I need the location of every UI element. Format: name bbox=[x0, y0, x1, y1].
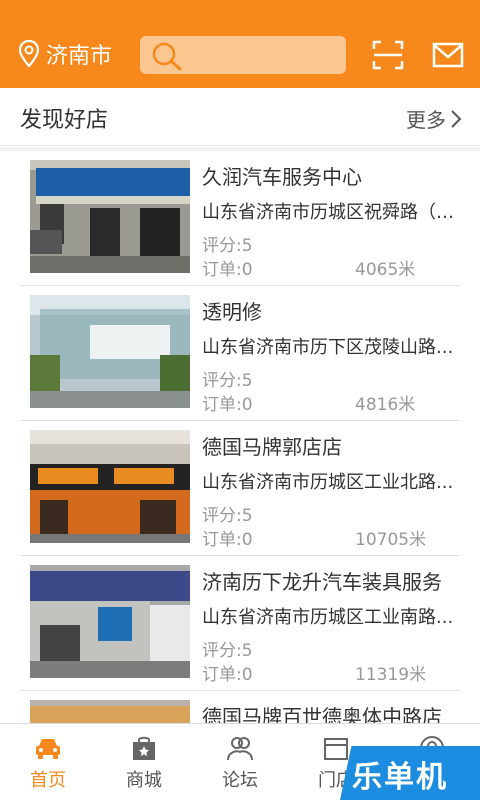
tab-mall[interactable]: 商城 bbox=[96, 724, 192, 800]
store-address: 山东省济南市历城区祝舜路（祝舜路与... bbox=[202, 202, 460, 223]
store-distance: 11319米 bbox=[355, 665, 427, 685]
store-orders: 订单:0 bbox=[202, 530, 253, 550]
store-distance: 10705米 bbox=[355, 530, 427, 550]
city-name: 济南市 bbox=[46, 44, 113, 69]
store-name: 德国马牌百世德奥体中路店 bbox=[202, 705, 442, 723]
store-name: 久润汽车服务中心 bbox=[202, 165, 362, 189]
store-item[interactable]: 透明修 山东省济南市历下区茂陵山路... 评分:5 订单:0 4816米 bbox=[20, 286, 460, 421]
search-input[interactable] bbox=[140, 36, 346, 74]
store-name: 济南历下龙升汽车装具服务 bbox=[202, 570, 442, 594]
tab-label: 论坛 bbox=[222, 770, 258, 791]
car-icon bbox=[36, 739, 60, 759]
section-header: 发现好店 更多 bbox=[0, 88, 480, 146]
more-link[interactable]: 更多 bbox=[406, 104, 462, 133]
section-title: 发现好店 bbox=[20, 108, 109, 133]
store-photo bbox=[30, 565, 190, 678]
store-orders: 订单:0 bbox=[202, 665, 253, 685]
store-item[interactable]: 德国马牌郭店店 山东省济南市历城区工业北路... 评分:5 订单:0 10705… bbox=[20, 421, 460, 556]
store-item[interactable]: 济南历下龙升汽车装具服务 山东省济南市历城区工业南路... 评分:5 订单:0 … bbox=[20, 556, 460, 691]
store-address: 山东省济南市历城区工业南路... bbox=[202, 607, 454, 628]
store-rating: 评分:5 bbox=[202, 371, 253, 391]
search-icon bbox=[152, 42, 182, 71]
store-distance: 4065米 bbox=[355, 260, 416, 280]
top-bar: 济南市 bbox=[0, 0, 480, 88]
store-orders: 订单:0 bbox=[202, 395, 253, 415]
store-rating: 评分:5 bbox=[202, 506, 253, 526]
shopping-bag-icon bbox=[133, 736, 155, 760]
store-list[interactable]: 久润汽车服务中心 山东省济南市历城区祝舜路（祝舜路与... 评分:5 订单:0 … bbox=[0, 151, 480, 723]
tab-forum[interactable]: 论坛 bbox=[192, 724, 288, 800]
store-icon bbox=[324, 738, 348, 760]
more-label: 更多 bbox=[406, 108, 446, 132]
tab-home[interactable]: 首页 bbox=[0, 724, 96, 800]
store-photo bbox=[30, 295, 190, 408]
store-orders: 订单:0 bbox=[202, 260, 253, 280]
store-distance: 4816米 bbox=[355, 395, 416, 415]
store-rating: 评分:5 bbox=[202, 236, 253, 256]
city-selector[interactable]: 济南市 bbox=[18, 38, 112, 70]
store-address: 山东省济南市历城区工业北路... bbox=[202, 472, 454, 493]
store-rating: 评分:5 bbox=[202, 641, 253, 661]
chevron-right-icon bbox=[451, 109, 462, 128]
store-address: 山东省济南市历下区茂陵山路... bbox=[202, 337, 454, 358]
watermark-text: 乐单机 bbox=[352, 760, 448, 795]
people-icon bbox=[227, 737, 253, 761]
store-item[interactable]: 久润汽车服务中心 山东省济南市历城区祝舜路（祝舜路与... 评分:5 订单:0 … bbox=[20, 151, 460, 286]
store-photo bbox=[30, 700, 190, 723]
store-item[interactable]: 德国马牌百世德奥体中路店 bbox=[20, 691, 460, 723]
tab-label: 首页 bbox=[30, 770, 66, 791]
scan-icon[interactable] bbox=[372, 40, 404, 70]
store-photo bbox=[30, 160, 190, 273]
store-name: 德国马牌郭店店 bbox=[202, 435, 342, 459]
tab-label: 商城 bbox=[126, 770, 162, 791]
store-photo bbox=[30, 430, 190, 543]
mail-icon[interactable] bbox=[432, 41, 464, 69]
store-name: 透明修 bbox=[202, 300, 262, 324]
location-pin-icon bbox=[18, 39, 40, 68]
